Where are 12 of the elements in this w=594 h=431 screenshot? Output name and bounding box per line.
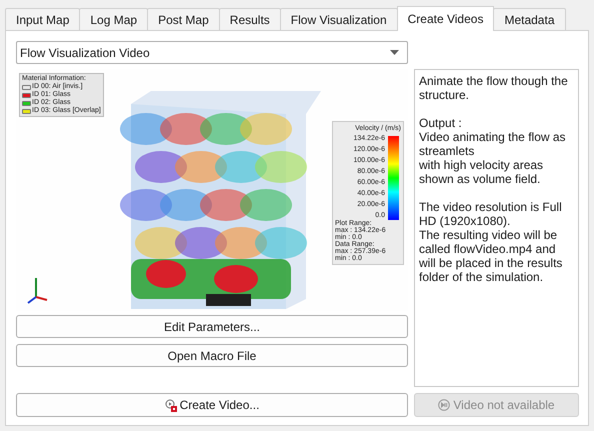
description-text: Animate the flow though the structure. Output : Video animating the flow as streamlets with high velocity areas shown as volume field. The video resolution is Full HD (1920x1080). The resulting video will be called flowVideo.mp4 and will be placed in the results folder of the simulation. [414, 69, 579, 387]
tab[interactable]: Input Map [5, 8, 80, 30]
video-type-dropdown[interactable]: Flow Visualization Video [16, 41, 408, 64]
dropdown-value: Flow Visualization Video [20, 44, 151, 62]
play-pause-icon [438, 399, 450, 411]
create-video-button[interactable]: Create Video... [16, 393, 408, 417]
action-button[interactable]: Edit Parameters... [16, 315, 408, 338]
tab[interactable]: Create Videos [396, 6, 494, 31]
tab[interactable]: Metadata [493, 8, 566, 30]
caret-icon [390, 50, 399, 55]
video-lock-icon [164, 398, 178, 412]
action-button[interactable]: Open Macro File [16, 344, 408, 367]
